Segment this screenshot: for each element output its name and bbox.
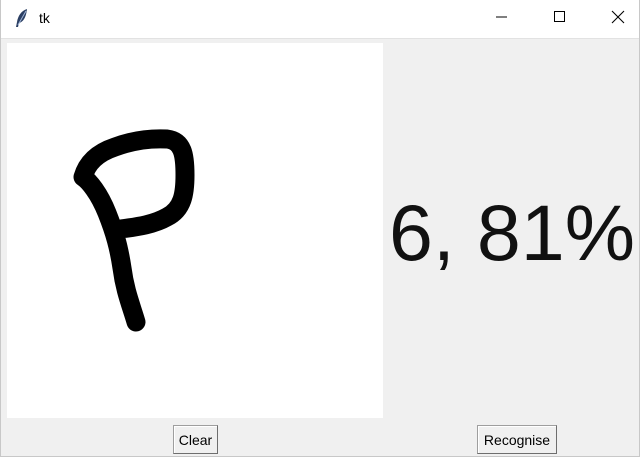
minimize-icon — [496, 10, 508, 28]
digit-drawing — [73, 129, 195, 332]
close-button[interactable] — [595, 0, 640, 38]
feather-icon — [13, 8, 31, 28]
app-window: tk 6, 81% Clear Recognise — [0, 0, 640, 457]
clear-button[interactable]: Clear — [173, 425, 218, 454]
title-bar[interactable]: tk — [1, 0, 639, 39]
close-icon — [611, 10, 625, 29]
window-title: tk — [39, 10, 50, 26]
prediction-result: 6, 81% — [389, 188, 635, 277]
maximize-icon — [554, 10, 566, 28]
drawing-canvas[interactable] — [7, 43, 383, 418]
minimize-button[interactable] — [479, 0, 525, 38]
recognise-button[interactable]: Recognise — [477, 425, 557, 454]
maximize-button[interactable] — [537, 0, 583, 38]
